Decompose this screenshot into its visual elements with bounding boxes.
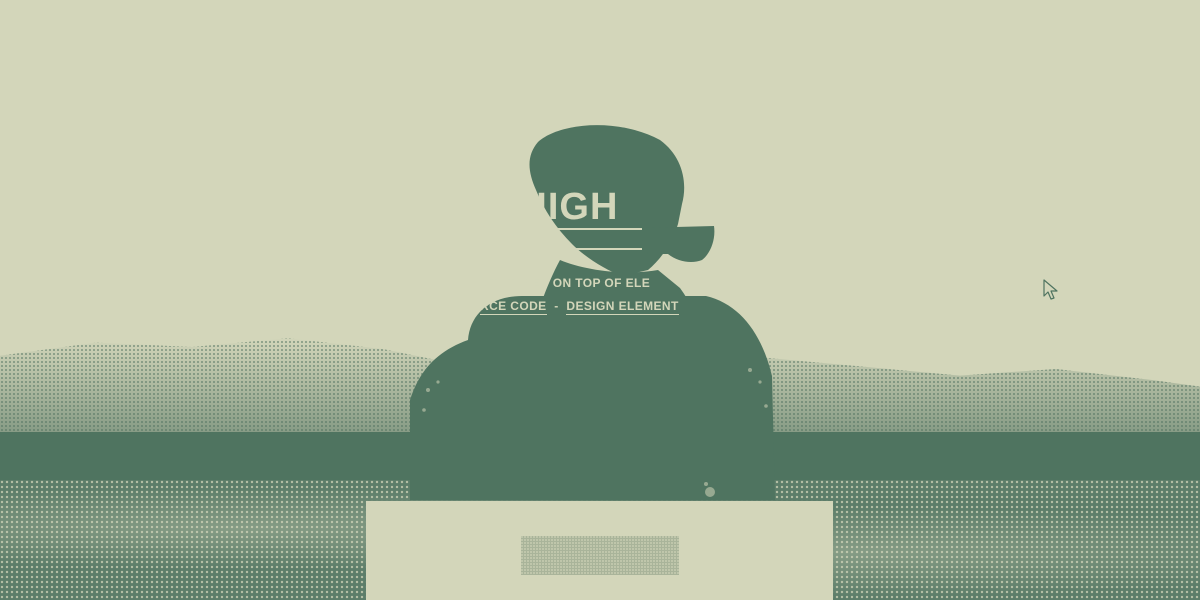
design-elements-link[interactable]: DESIGN ELEMENT	[566, 299, 679, 315]
link-separator: -	[554, 299, 559, 313]
hero-subtitle: OTOTYPED ON TOP OF ELE	[480, 276, 651, 290]
arrow-cursor-icon	[1043, 279, 1059, 301]
bottom-card	[366, 501, 833, 600]
card-button[interactable]	[521, 536, 679, 575]
hero-title: TY HIGH	[458, 186, 619, 228]
source-code-link[interactable]: RCE CODE	[480, 299, 547, 315]
hero-section: TY HIGH OTOTYPED ON TOP OF ELE RCE CODE …	[0, 0, 1200, 600]
hero-links: RCE CODE - DESIGN ELEMENT	[480, 299, 679, 315]
title-underline	[522, 228, 642, 250]
